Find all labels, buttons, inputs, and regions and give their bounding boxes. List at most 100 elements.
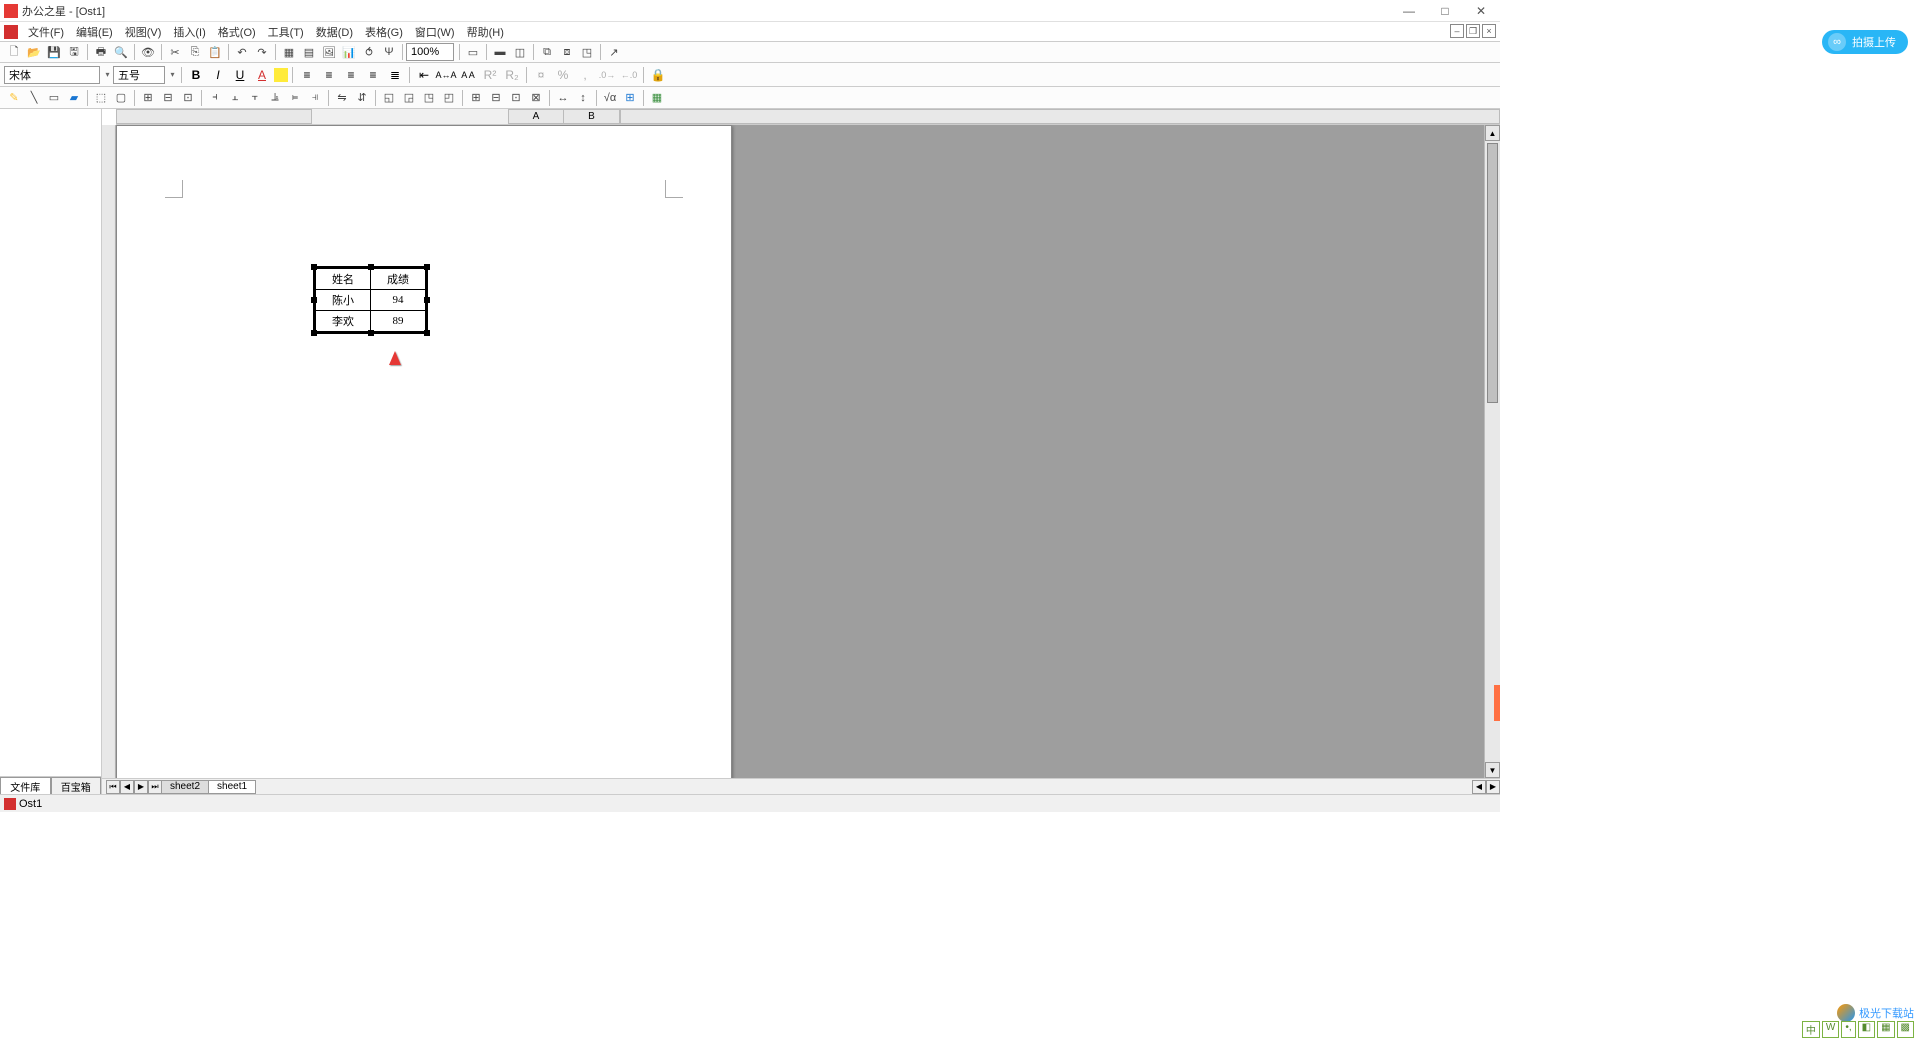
resize-handle-bl[interactable] [311, 330, 317, 336]
rect-button[interactable]: ▭ [45, 89, 63, 107]
size1-button[interactable]: ⊞ [467, 89, 485, 107]
shape2-button[interactable]: ▢ [112, 89, 130, 107]
snap3-button[interactable]: ⊡ [179, 89, 197, 107]
mdi-restore[interactable]: ❐ [1466, 24, 1480, 38]
sheet-prev-button[interactable]: ◀ [120, 780, 134, 794]
ime-item[interactable]: •, [1841, 1021, 1855, 1038]
cell[interactable]: 94 [371, 290, 426, 311]
snap1-button[interactable]: ⊞ [139, 89, 157, 107]
column-a-header[interactable]: A [508, 109, 564, 124]
align-center-button[interactable]: ≡ [319, 66, 339, 84]
page[interactable]: 姓名 成绩 陈小 94 李欢 89 [116, 125, 732, 778]
align3-button[interactable]: ⫟ [246, 89, 264, 107]
redo-button[interactable]: ↷ [253, 43, 271, 61]
mdi-minimize[interactable]: – [1450, 24, 1464, 38]
currency-button[interactable]: ¤ [531, 66, 551, 84]
paste-button[interactable]: 📋 [206, 43, 224, 61]
font-color-button[interactable]: A [252, 66, 272, 84]
undo-button[interactable]: ↶ [233, 43, 251, 61]
lock-button[interactable]: 🔒 [648, 66, 668, 84]
doc-button[interactable]: ▤ [300, 43, 318, 61]
copy-button[interactable]: ⎘ [186, 43, 204, 61]
layout3-button[interactable]: ◫ [511, 43, 529, 61]
ime-item[interactable]: 中 [1802, 1021, 1820, 1038]
cell-header-score[interactable]: 成绩 [371, 269, 426, 290]
sheet-first-button[interactable]: ⏮ [106, 780, 120, 794]
comma-button[interactable]: , [575, 66, 595, 84]
chart-button[interactable]: 📊 [340, 43, 358, 61]
order3-button[interactable]: ◳ [420, 89, 438, 107]
ime-item[interactable]: ◧ [1858, 1021, 1875, 1038]
align-left-button[interactable]: ≡ [297, 66, 317, 84]
grid-button[interactable]: ▦ [280, 43, 298, 61]
flip-v-button[interactable]: ⇵ [353, 89, 371, 107]
symbol-button[interactable]: Ψ [380, 43, 398, 61]
align2-button[interactable]: ⫠ [226, 89, 244, 107]
layout1-button[interactable]: ▭ [464, 43, 482, 61]
cloud-upload-button[interactable]: ∞ 拍摄上传 [1822, 30, 1908, 54]
canvas-area[interactable]: 姓名 成绩 陈小 94 李欢 89 [102, 125, 1500, 778]
open-button[interactable]: 📂 [25, 43, 43, 61]
vertical-scrollbar[interactable]: ▲ ▼ [1484, 125, 1500, 778]
italic-button[interactable]: I [208, 66, 228, 84]
resize-handle-bm[interactable] [368, 330, 374, 336]
underline-button[interactable]: U [230, 66, 250, 84]
align5-button[interactable]: ⫢ [286, 89, 304, 107]
close-button[interactable]: ✕ [1474, 4, 1488, 18]
ime-item[interactable]: ▩ [1897, 1021, 1914, 1038]
menu-edit[interactable]: 编辑(E) [70, 24, 119, 40]
sheet-tab-1[interactable]: sheet1 [208, 780, 256, 794]
flip-h-button[interactable]: ⇋ [333, 89, 351, 107]
embedded-table[interactable]: 姓名 成绩 陈小 94 李欢 89 [313, 266, 428, 334]
font-family-drop[interactable]: ▾ [102, 70, 113, 79]
cell[interactable]: 陈小 [316, 290, 371, 311]
indent-dec-button[interactable]: ⇤ [414, 66, 434, 84]
window1-button[interactable]: ⧉ [538, 43, 556, 61]
font-size-drop[interactable]: ▾ [167, 70, 178, 79]
align-right-button[interactable]: ≡ [341, 66, 361, 84]
cell[interactable]: 89 [371, 311, 426, 332]
sup-button[interactable]: R² [480, 66, 500, 84]
fill-button[interactable]: ▰ [65, 89, 83, 107]
link-button[interactable]: ⥀ [360, 43, 378, 61]
sqrt-button[interactable]: √α [601, 89, 619, 107]
cut-button[interactable]: ✂ [166, 43, 184, 61]
resize-handle-tr[interactable] [424, 264, 430, 270]
menu-table[interactable]: 表格(G) [359, 24, 409, 40]
resize-handle-tl[interactable] [311, 264, 317, 270]
image-button[interactable]: 🖼 [320, 43, 338, 61]
hscroll-right-button[interactable]: ▶ [1486, 780, 1500, 794]
scroll-down-button[interactable]: ▼ [1485, 762, 1500, 778]
font-size-combo[interactable]: 五号▼ [113, 66, 165, 84]
minimize-button[interactable]: — [1402, 4, 1416, 18]
find-button[interactable]: 👁 [139, 43, 157, 61]
window3-button[interactable]: ◳ [578, 43, 596, 61]
align-dist-button[interactable]: ≣ [385, 66, 405, 84]
sheet-next-button[interactable]: ▶ [134, 780, 148, 794]
menu-view[interactable]: 视图(V) [119, 24, 168, 40]
mdi-close[interactable]: × [1482, 24, 1496, 38]
align1-button[interactable]: ⫞ [206, 89, 224, 107]
print-preview-button[interactable]: 🔍 [112, 43, 130, 61]
menu-help[interactable]: 帮助(H) [461, 24, 510, 40]
bold-button[interactable]: B [186, 66, 206, 84]
menu-tools[interactable]: 工具(T) [262, 24, 310, 40]
expand-v-button[interactable]: ↕ [574, 89, 592, 107]
new-button[interactable]: 🗋 [5, 43, 23, 61]
print-button[interactable]: 🖶 [92, 43, 110, 61]
saveall-button[interactable]: 🖫 [65, 43, 83, 61]
column-b-header[interactable]: B [564, 109, 620, 124]
highlight-button[interactable] [274, 68, 288, 82]
menu-window[interactable]: 窗口(W) [409, 24, 461, 40]
size2-button[interactable]: ⊟ [487, 89, 505, 107]
menu-file[interactable]: 文件(F) [22, 24, 70, 40]
layout2-button[interactable]: ▬ [491, 43, 509, 61]
pen-button[interactable]: ✎ [5, 89, 23, 107]
cell-header-name[interactable]: 姓名 [316, 269, 371, 290]
order2-button[interactable]: ◲ [400, 89, 418, 107]
cell[interactable]: 李欢 [316, 311, 371, 332]
zoom-combo[interactable]: 100%▼ [406, 43, 454, 61]
order1-button[interactable]: ◱ [380, 89, 398, 107]
shape1-button[interactable]: ⬚ [92, 89, 110, 107]
dec-dec-button[interactable]: ←.0 [619, 66, 639, 84]
